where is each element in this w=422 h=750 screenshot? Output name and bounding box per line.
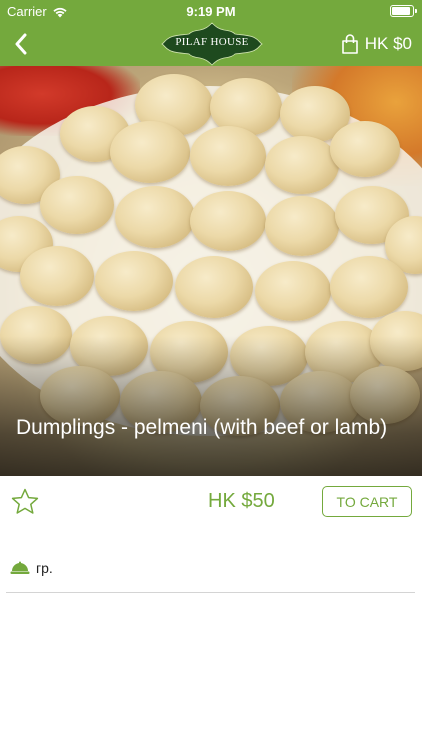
cart-button[interactable]: HK $0 — [341, 30, 412, 58]
add-to-cart-button[interactable]: TO CART — [322, 486, 412, 517]
dumpling — [255, 261, 331, 321]
status-bar: Carrier 9:19 PM — [0, 0, 422, 22]
image-overlay — [0, 336, 422, 476]
dumpling — [190, 126, 266, 186]
dumpling — [110, 121, 190, 183]
logo-text: PILAF HOUSE — [175, 36, 249, 48]
battery-icon — [390, 5, 417, 17]
status-time: 9:19 PM — [186, 4, 236, 19]
product-title: Dumplings - pelmeni (with beef or lamb) — [16, 416, 388, 439]
dumpling — [330, 121, 400, 177]
dumpling — [265, 196, 339, 256]
cart-total: HK $0 — [364, 34, 412, 53]
navigation-bar: PILAF HOUSE HK $0 — [0, 22, 422, 66]
dumpling — [175, 256, 253, 318]
product-actions: HK $50 TO CART — [0, 476, 422, 528]
dumpling — [95, 251, 173, 311]
divider — [6, 592, 415, 593]
star-outline-icon — [11, 488, 39, 514]
dumpling — [190, 191, 266, 251]
dumpling — [20, 246, 94, 306]
dumpling — [330, 256, 408, 318]
dumpling — [265, 136, 339, 194]
brand-logo: PILAF HOUSE — [161, 22, 263, 66]
product-price: HK $50 — [208, 490, 275, 512]
cloche-icon — [10, 561, 30, 574]
back-button[interactable] — [6, 29, 36, 59]
product-image: Dumplings - pelmeni (with beef or lamb) — [0, 66, 422, 476]
shopping-bag-icon — [341, 34, 358, 54]
weight-info: гр. — [10, 560, 53, 576]
dumpling — [40, 176, 114, 234]
top-bar: Carrier 9:19 PM PILAF HOUSE HK $0 — [0, 0, 422, 66]
back-chevron-icon — [15, 33, 27, 55]
favorite-button[interactable] — [10, 487, 40, 517]
weight-unit: гр. — [36, 560, 53, 576]
dumpling — [115, 186, 195, 248]
